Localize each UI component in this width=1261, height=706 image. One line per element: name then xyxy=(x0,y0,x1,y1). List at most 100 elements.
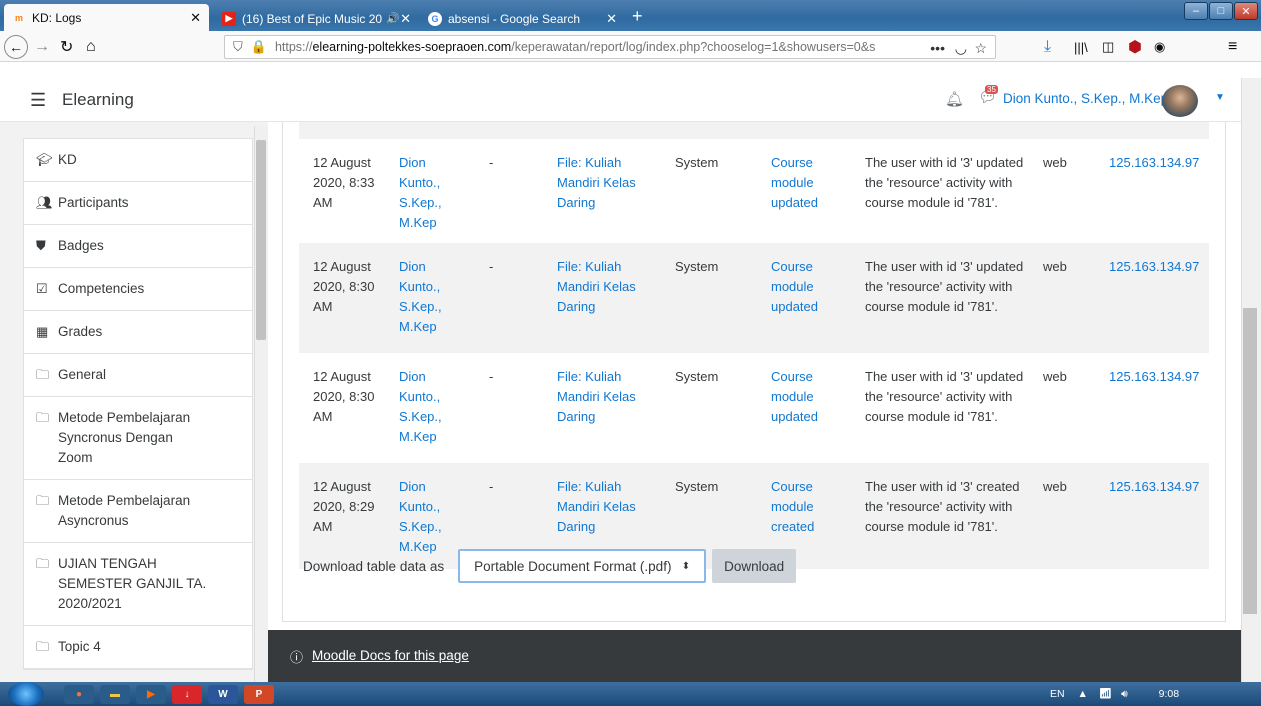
tab-kd-logs[interactable]: m KD: Logs ✕ xyxy=(4,4,209,31)
word-icon[interactable]: W xyxy=(208,685,238,704)
close-window-button[interactable]: ✕ xyxy=(1234,2,1258,20)
context-link[interactable]: File: Kuliah Mandiri Kelas Daring xyxy=(557,259,636,314)
media-player-icon[interactable]: ▶ xyxy=(136,685,166,704)
close-icon[interactable]: ✕ xyxy=(606,11,617,27)
ip-link[interactable]: 125.163.134.97 xyxy=(1109,479,1199,494)
google-icon: G xyxy=(428,11,442,26)
sidebar-item-label: Metode Pembelajaran Asyncronus xyxy=(58,493,191,528)
log-origin: web xyxy=(1043,155,1067,170)
tray-expand-icon[interactable]: ▲ xyxy=(1078,688,1088,700)
sidebar-item-competencies[interactable]: ☑ Competencies xyxy=(24,268,252,311)
log-user-link: Dion Kunto., S.Kep., M.Kep xyxy=(399,477,459,557)
clock[interactable]: 9:08 xyxy=(1159,688,1179,700)
folder-icon: 🗀 xyxy=(36,367,50,382)
ip-link[interactable]: 125.163.134.97 xyxy=(1109,259,1199,274)
bookmark-star-icon[interactable]: ☆ xyxy=(974,36,987,58)
sidebar-item-grades[interactable]: ▦ Grades xyxy=(24,311,252,354)
shield-icon: ⛉ xyxy=(233,39,243,54)
users-icon: 👥︎ xyxy=(36,195,53,210)
home-icon[interactable]: ⌂ xyxy=(86,35,96,59)
caret-down-icon[interactable]: ▼ xyxy=(1215,92,1225,103)
event-link[interactable]: Course module updated xyxy=(771,369,818,424)
moodle-docs-link[interactable]: Moodle Docs for this page xyxy=(312,648,469,663)
downloader-icon[interactable]: ↓ xyxy=(172,685,202,704)
context-link[interactable]: File: Kuliah Mandiri Kelas Daring xyxy=(557,479,636,534)
user-link[interactable]: Dion Kunto., S.Kep., M.Kep xyxy=(399,259,442,334)
event-link[interactable]: Course module updated xyxy=(771,259,818,314)
event-link[interactable]: Course module created xyxy=(771,479,814,534)
log-affected-user: - xyxy=(489,369,494,384)
event-link[interactable]: Course module updated xyxy=(771,155,818,210)
drawer-scrollbar-thumb[interactable] xyxy=(256,140,266,340)
sidebar-item-topic-4[interactable]: 🗀 Topic 4 xyxy=(24,626,252,669)
nav-drawer-list: 🎓︎ KD 👥︎ Participants ⛊ Badges ☑ Competencie… xyxy=(23,138,253,670)
url-bar[interactable]: ⛉ 🔒 https:// elearning-poltekkes-soeprao… xyxy=(224,35,996,59)
new-tab-button[interactable]: + xyxy=(632,6,643,26)
site-name[interactable]: Elearning xyxy=(62,90,134,110)
sidebar-item-label: Grades xyxy=(58,324,103,339)
firefox-icon[interactable]: ● xyxy=(64,685,94,704)
page-actions-button[interactable]: ••• xyxy=(930,36,945,58)
account-icon[interactable]: ◉ xyxy=(1154,35,1165,59)
log-origin: web xyxy=(1043,369,1067,384)
sidebar-item-general[interactable]: 🗀 General xyxy=(24,354,252,397)
user-link[interactable]: Dion Kunto., S.Kep., M.Kep xyxy=(399,479,442,554)
language-indicator[interactable]: EN xyxy=(1050,688,1065,700)
file-explorer-icon[interactable]: ▬ xyxy=(100,685,130,704)
log-component: System xyxy=(675,155,719,170)
download-format-select[interactable]: Portable Document Format (.pdf) ⬍ xyxy=(458,549,707,583)
log-user-link: Dion Kunto., S.Kep., M.Kep xyxy=(399,257,459,337)
powerpoint-icon[interactable]: P xyxy=(244,685,274,704)
network-icon[interactable]: 📶︎ xyxy=(1099,688,1112,700)
menu-icon[interactable]: ≡ xyxy=(1228,35,1237,59)
tab-epic-music[interactable]: ▶ (16) Best of Epic Music 2017 🔊 ✕ xyxy=(214,6,419,31)
bell-icon[interactable]: 🔔︎ xyxy=(945,90,964,108)
library-icon[interactable]: |||\ xyxy=(1074,35,1088,59)
user-link[interactable]: Dion Kunto., S.Kep., M.Kep xyxy=(399,369,442,444)
maximize-button[interactable]: □ xyxy=(1209,2,1233,20)
log-component: System xyxy=(675,479,719,494)
close-icon[interactable]: ✕ xyxy=(400,11,411,27)
check-square-icon: ☑ xyxy=(36,281,48,296)
log-context: File: Kuliah Mandiri Kelas Daring xyxy=(557,367,657,427)
hamburger-menu-icon[interactable]: ☰ xyxy=(30,90,46,111)
log-description: The user with id '3' updated the 'resour… xyxy=(865,369,1024,424)
volume-icon[interactable]: 🔊︎ xyxy=(1121,688,1128,700)
sidebar-item-label: UJIAN TENGAH SEMESTER GANJIL TA. 2020/20… xyxy=(58,556,207,611)
ip-link[interactable]: 125.163.134.97 xyxy=(1109,155,1199,170)
download-format-value: Portable Document Format (.pdf) xyxy=(474,558,672,574)
log-affected-user: - xyxy=(489,479,494,494)
sidebar-item-asyncronus[interactable]: 🗀 Metode Pembelajaran Asyncronus xyxy=(24,480,252,543)
sidebar-item-participants[interactable]: 👥︎ Participants xyxy=(24,182,252,225)
context-link[interactable]: File: Kuliah Mandiri Kelas Daring xyxy=(557,155,636,210)
reload-button[interactable]: ↻ xyxy=(60,35,73,59)
url-domain: elearning-poltekkes-soepraoen.com xyxy=(312,40,512,54)
sidebar-item-uts[interactable]: 🗀 UJIAN TENGAH SEMESTER GANJIL TA. 2020/2… xyxy=(24,543,252,626)
sidebar-item-label: Metode Pembelajaran Syncronus Dengan Zoo… xyxy=(58,410,191,465)
user-link[interactable]: Dion Kunto., S.Kep., M.Kep xyxy=(399,155,442,230)
context-link[interactable]: File: Kuliah Mandiri Kelas Daring xyxy=(557,369,636,424)
sidebar-item-kd[interactable]: 🎓︎ KD xyxy=(24,139,252,182)
download-icon[interactable]: ⤓ xyxy=(1044,35,1051,59)
user-menu-name[interactable]: Dion Kunto., S.Kep., M.Kep xyxy=(1003,91,1168,106)
page-scrollbar-thumb[interactable] xyxy=(1243,308,1257,614)
forward-button[interactable]: → xyxy=(34,35,50,59)
minimize-button[interactable]: – xyxy=(1184,2,1208,20)
start-button[interactable] xyxy=(8,682,44,706)
ip-link[interactable]: 125.163.134.97 xyxy=(1109,369,1199,384)
sidebar-icon[interactable]: ◫ xyxy=(1102,35,1114,59)
table-icon: ▦ xyxy=(36,324,49,339)
sidebar-item-badges[interactable]: ⛊ Badges xyxy=(24,225,252,268)
sidebar-item-syncronus[interactable]: 🗀 Metode Pembelajaran Syncronus Dengan Zo… xyxy=(24,397,252,480)
avatar[interactable] xyxy=(1162,85,1198,117)
log-time: 12 August 2020, 8:29 AM xyxy=(313,479,375,534)
download-button[interactable]: Download xyxy=(712,549,797,583)
ublock-icon[interactable]: ⬢ xyxy=(1128,35,1142,59)
url-prefix: https:// xyxy=(274,40,313,54)
tab-google-search[interactable]: G absensi - Google Search ✕ xyxy=(420,6,625,31)
speaker-icon[interactable]: 🔊 xyxy=(386,12,400,25)
pocket-icon[interactable]: ◡ xyxy=(955,36,967,58)
back-button[interactable]: ← xyxy=(4,35,28,59)
close-icon[interactable]: ✕ xyxy=(190,10,201,26)
table-row: 12 August 2020, 8:30 AM Dion Kunto., S.K… xyxy=(299,353,1209,463)
